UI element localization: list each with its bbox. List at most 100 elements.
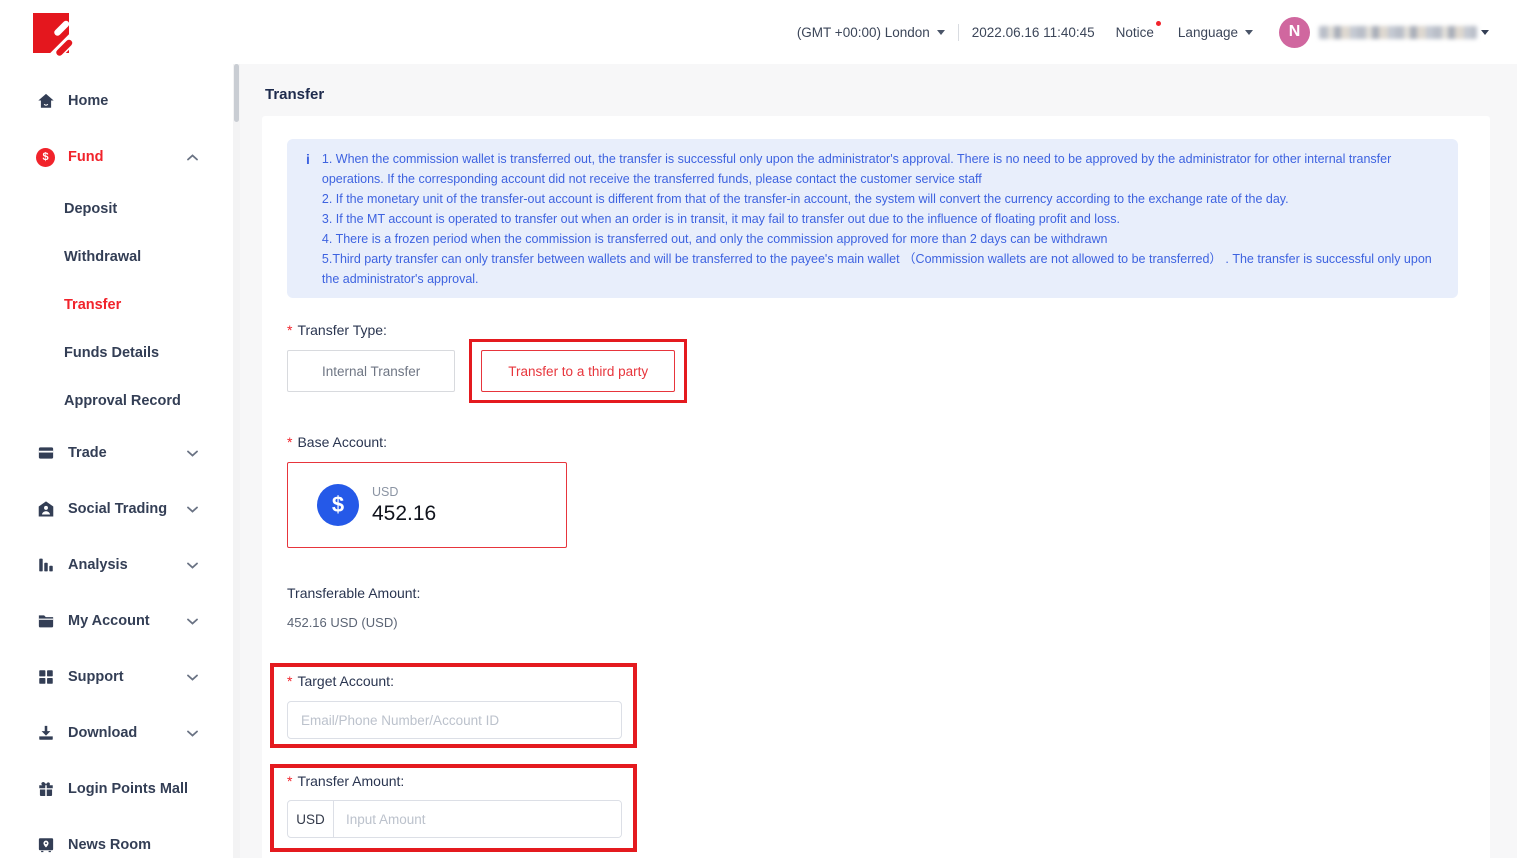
- news-room-icon: [36, 836, 55, 855]
- required-asterisk: *: [287, 434, 292, 450]
- base-account-section: *Base Account: $ USD 452.16: [287, 434, 1458, 548]
- trade-icon: [36, 444, 55, 463]
- sidebar-item-label: Funds Details: [64, 345, 159, 361]
- page-content: Transfer i 1. When the commission wallet…: [240, 64, 1517, 858]
- third-party-transfer-button[interactable]: Transfer to a third party: [481, 350, 675, 392]
- info-note: 1. When the commission wallet is transfe…: [322, 149, 1440, 189]
- internal-transfer-button[interactable]: Internal Transfer: [287, 350, 455, 392]
- transfer-type-options: Internal Transfer Transfer to a third pa…: [287, 350, 1458, 392]
- sidebar-item-label: Login Points Mall: [68, 781, 188, 797]
- analysis-icon: [36, 556, 55, 575]
- gift-icon: [36, 780, 55, 799]
- sidebar: Home $ Fund Deposit Wi: [0, 0, 240, 858]
- chevron-up-icon: [187, 154, 198, 161]
- sidebar-item-label: Download: [68, 725, 137, 741]
- transfer-amount-section: *Transfer Amount: USD: [287, 773, 622, 838]
- notification-dot: [1156, 21, 1161, 26]
- sidebar-item-transfer[interactable]: Transfer: [0, 281, 240, 329]
- sidebar-item-label: Transfer: [64, 297, 121, 313]
- transfer-amount-group: USD: [287, 800, 622, 838]
- sidebar-item-label: Home: [68, 93, 108, 109]
- fund-submenu: Deposit Withdrawal Transfer Funds Detail…: [0, 185, 240, 425]
- sidebar-item-funds-details[interactable]: Funds Details: [0, 329, 240, 377]
- usd-currency-icon: $: [317, 484, 359, 526]
- sidebar-item-trade[interactable]: Trade: [0, 425, 240, 481]
- target-account-input[interactable]: [287, 701, 622, 739]
- timezone-selector[interactable]: (GMT +00:00) London: [797, 25, 945, 40]
- info-notes-box: i 1. When the commission wallet is trans…: [287, 139, 1458, 298]
- sidebar-item-label: Trade: [68, 445, 107, 461]
- language-label: Language: [1178, 25, 1238, 40]
- sidebar-item-my-account[interactable]: My Account: [0, 593, 240, 649]
- sidebar-item-download[interactable]: Download: [0, 705, 240, 761]
- transferable-amount-label: Transferable Amount:: [287, 585, 1458, 601]
- app-root: Home $ Fund Deposit Wi: [0, 0, 1517, 858]
- user-avatar[interactable]: N: [1279, 17, 1310, 48]
- amount-currency-prefix: USD: [288, 801, 334, 837]
- info-note: 3. If the MT account is operated to tran…: [322, 209, 1440, 229]
- header-divider: [958, 24, 959, 41]
- notice-button[interactable]: Notice: [1116, 25, 1154, 40]
- language-selector[interactable]: Language: [1178, 25, 1253, 40]
- sidebar-item-label: Analysis: [68, 557, 128, 573]
- required-asterisk: *: [287, 773, 292, 789]
- page-title: Transfer: [265, 86, 1517, 103]
- sidebar-item-social-trading[interactable]: Social Trading: [0, 481, 240, 537]
- user-menu[interactable]: [1310, 26, 1489, 39]
- sidebar-item-label: Approval Record: [64, 393, 181, 409]
- my-account-icon: [36, 612, 55, 631]
- transfer-amount-label: *Transfer Amount:: [287, 773, 622, 789]
- required-asterisk: *: [287, 322, 292, 338]
- top-header: (GMT +00:00) London 2022.06.16 11:40:45 …: [240, 0, 1517, 64]
- chevron-down-icon: [187, 506, 198, 513]
- transfer-type-section: *Transfer Type: Internal Transfer Transf…: [287, 322, 1458, 392]
- chevron-down-icon: [1481, 30, 1489, 35]
- sidebar-group-fund: $ Fund Deposit Withdrawal Transfer: [0, 129, 240, 425]
- sidebar-item-analysis[interactable]: Analysis: [0, 537, 240, 593]
- info-notes: 1. When the commission wallet is transfe…: [322, 149, 1440, 289]
- sidebar-item-approval-record[interactable]: Approval Record: [0, 377, 240, 425]
- base-account-info: USD 452.16: [372, 485, 436, 526]
- sidebar-item-withdrawal[interactable]: Withdrawal: [0, 233, 240, 281]
- sidebar-item-label: Deposit: [64, 201, 117, 217]
- transfer-card: i 1. When the commission wallet is trans…: [262, 116, 1490, 858]
- chevron-down-icon: [187, 618, 198, 625]
- avatar-initial: N: [1289, 23, 1301, 41]
- chevron-down-icon: [1245, 30, 1253, 35]
- download-icon: [36, 724, 55, 743]
- chevron-down-icon: [187, 674, 198, 681]
- server-datetime: 2022.06.16 11:40:45: [972, 25, 1095, 40]
- base-account-currency: USD: [372, 485, 436, 499]
- transfer-amount-input[interactable]: [334, 801, 621, 837]
- sidebar-item-label: My Account: [68, 613, 150, 629]
- sidebar-item-support[interactable]: Support: [0, 649, 240, 705]
- notice-label: Notice: [1116, 25, 1154, 40]
- sidebar-item-deposit[interactable]: Deposit: [0, 185, 240, 233]
- transfer-type-label: *Transfer Type:: [287, 322, 1458, 338]
- target-account-section: *Target Account:: [287, 673, 622, 739]
- sidebar-item-label: Withdrawal: [64, 249, 141, 265]
- base-account-card[interactable]: $ USD 452.16: [287, 462, 567, 548]
- user-name-redacted: [1319, 26, 1477, 39]
- datetime-label: 2022.06.16 11:40:45: [972, 25, 1095, 40]
- main-area: (GMT +00:00) London 2022.06.16 11:40:45 …: [240, 0, 1517, 858]
- base-account-label: *Base Account:: [287, 434, 1458, 450]
- sidebar-item-news-room[interactable]: News Room: [0, 817, 240, 858]
- timezone-label: (GMT +00:00) London: [797, 25, 930, 40]
- required-asterisk: *: [287, 673, 292, 689]
- info-note: 5.Third party transfer can only transfer…: [322, 249, 1440, 289]
- sidebar-item-home[interactable]: Home: [0, 73, 240, 129]
- home-icon: [36, 92, 55, 111]
- transferable-amount-value: 452.16 USD (USD): [287, 615, 1458, 630]
- info-note: 2. If the monetary unit of the transfer-…: [322, 189, 1440, 209]
- sidebar-item-label: Social Trading: [68, 501, 167, 517]
- social-trading-icon: [36, 500, 55, 519]
- chevron-down-icon: [187, 730, 198, 737]
- sidebar-nav: Home $ Fund Deposit Wi: [0, 73, 240, 858]
- sidebar-item-fund[interactable]: $ Fund: [0, 129, 240, 185]
- sidebar-item-label: Fund: [68, 149, 103, 165]
- chevron-down-icon: [937, 30, 945, 35]
- brand-logo[interactable]: [0, 0, 240, 73]
- sidebar-item-login-points-mall[interactable]: Login Points Mall: [0, 761, 240, 817]
- sidebar-scrollbar-thumb[interactable]: [234, 64, 239, 122]
